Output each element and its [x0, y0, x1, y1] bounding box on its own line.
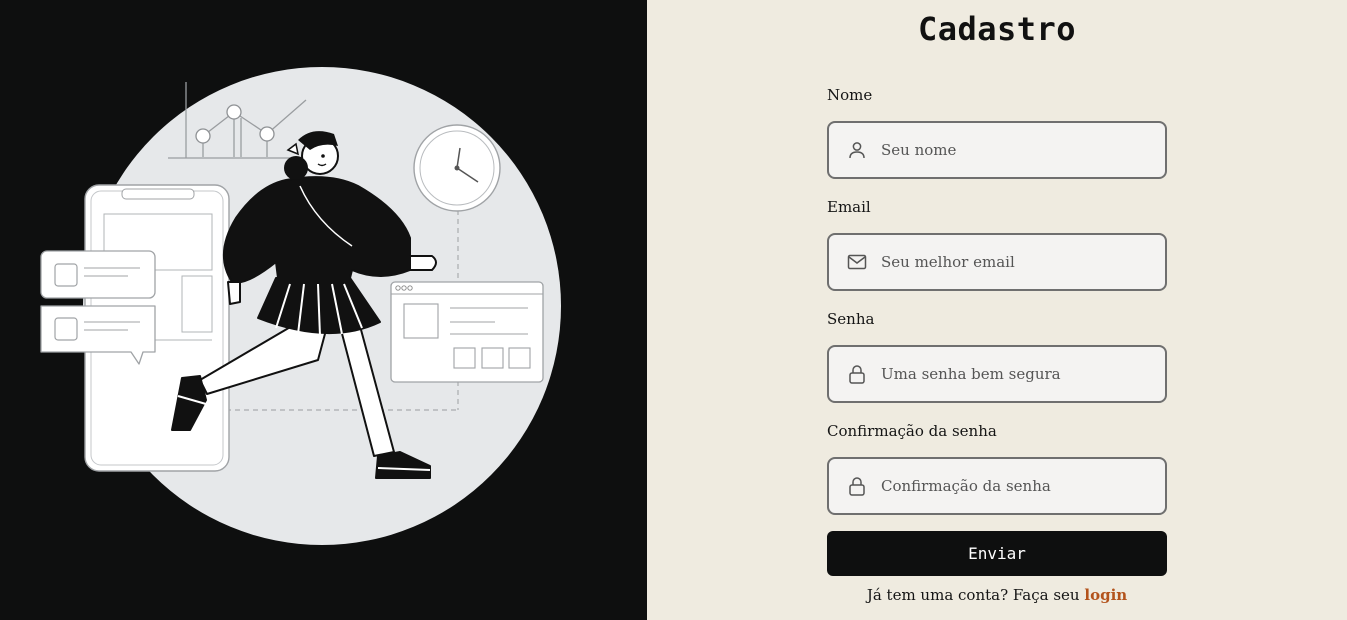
lock-icon [849, 365, 865, 384]
lock-icon [849, 477, 865, 496]
illustration-panel [0, 0, 647, 620]
login-prompt-line: Já tem uma conta? Faça seu login [827, 586, 1167, 604]
user-icon [849, 142, 865, 159]
browser-window-graphic [390, 281, 544, 383]
login-prompt-text: Já tem uma conta? Faça seu [866, 586, 1080, 604]
name-label: Nome [827, 86, 873, 104]
submit-button[interactable]: Enviar [827, 531, 1167, 576]
login-link[interactable]: login [1084, 586, 1127, 604]
onboarding-illustration [40, 67, 561, 545]
email-label: Email [827, 198, 871, 216]
password-input[interactable] [881, 347, 1159, 401]
email-input[interactable] [881, 235, 1159, 289]
password-field[interactable] [827, 345, 1167, 403]
password-confirm-label: Confirmação da senha [827, 422, 997, 440]
chat-bubble-graphic [40, 250, 156, 365]
name-input[interactable] [881, 123, 1159, 177]
name-field[interactable] [827, 121, 1167, 179]
password-confirm-field[interactable] [827, 457, 1167, 515]
clock-graphic [413, 124, 501, 212]
email-field[interactable] [827, 233, 1167, 291]
page-title: Cadastro [917, 10, 1077, 48]
password-confirm-input[interactable] [881, 459, 1159, 513]
signup-panel: Cadastro Nome Email Senha Confirmação da… [647, 0, 1347, 620]
password-label: Senha [827, 310, 875, 328]
mail-icon [847, 254, 867, 270]
